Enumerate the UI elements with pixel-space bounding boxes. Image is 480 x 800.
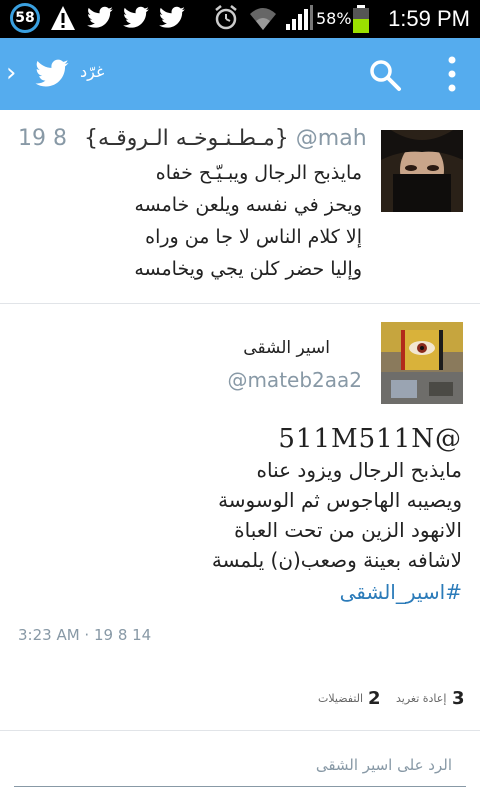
tweet-text-line: مايذبح الرجال ويبـيّـح خفاه — [155, 162, 362, 184]
twitter-bird-icon — [123, 6, 149, 28]
battery-percentage: 58% — [316, 9, 352, 28]
back-button[interactable]: › — [6, 60, 16, 86]
twitter-bird-icon — [159, 6, 185, 28]
favorites-count[interactable]: 2 — [368, 688, 381, 709]
tweet-text-line: الانهود الزين من تحت العباة — [234, 518, 462, 542]
avatar[interactable] — [381, 322, 463, 404]
tweet-time: 19 8 — [18, 126, 67, 151]
overflow-menu-icon[interactable] — [444, 54, 460, 94]
warning-icon — [51, 6, 75, 30]
user-display-name[interactable]: اسير الشقى — [243, 338, 330, 358]
twitter-logo-icon[interactable] — [30, 56, 74, 92]
notification-count-badge: 58 — [10, 3, 40, 33]
mention-link[interactable]: 511M511N@ — [278, 424, 462, 454]
user-handle: @maha... — [295, 126, 368, 151]
user-handle[interactable]: @mateb2aa2 — [227, 368, 362, 392]
previous-tweet-header: 19 8 {مـطـنـوخـه الـروقـه} @maha... — [18, 126, 368, 160]
user-display-name: {مـطـنـوخـه الـروقـه} — [83, 126, 289, 151]
tweet-stats: 3 إعادة تغريد 2 التفضيلات — [0, 670, 480, 731]
avatar[interactable] — [381, 130, 463, 212]
page-title: غرّد — [80, 62, 105, 81]
tweet-text-line: ويصيبه الهاجوس ثم الوسوسة — [218, 488, 462, 512]
previous-tweet[interactable]: 19 8 {مـطـنـوخـه الـروقـه} @maha... مايذ… — [0, 110, 480, 304]
tweet-text-line: إلا كلام الناس لا جا من وراه — [145, 226, 362, 248]
tweet-text-line: وإليا حضر كلن يجي ويخامسه — [134, 258, 362, 280]
tweet-text-line: لاشافه بعينة وصعب(ن) يلمسة — [211, 548, 462, 572]
hashtag-link[interactable]: #اسير_الشقى — [340, 580, 462, 604]
signal-strength-icon — [286, 5, 313, 30]
search-icon[interactable] — [368, 58, 402, 92]
alarm-clock-icon — [215, 5, 237, 30]
reply-placeholder: الرد على اسير الشقى — [315, 756, 452, 774]
battery-icon — [353, 5, 369, 33]
action-bar: › غرّد — [0, 38, 480, 110]
clock-time: 1:59 PM — [388, 6, 470, 31]
twitter-bird-icon — [87, 6, 113, 28]
reply-input[interactable]: الرد على اسير الشقى — [14, 748, 466, 787]
tweet-timestamp: 3:23 AM · 19 8 14 — [18, 626, 152, 644]
tweet-text-line: ويحز في نفسه ويلعن خامسه — [134, 194, 362, 216]
retweets-label[interactable]: إعادة تغريد — [396, 692, 446, 705]
wifi-icon — [250, 8, 276, 30]
retweets-count[interactable]: 3 — [452, 688, 465, 709]
favorites-label[interactable]: التفضيلات — [318, 692, 363, 705]
tweet-text-line: مايذبح الرجال ويزود عناه — [256, 458, 462, 482]
status-bar: 58 58% 1:59 PM — [0, 0, 480, 38]
